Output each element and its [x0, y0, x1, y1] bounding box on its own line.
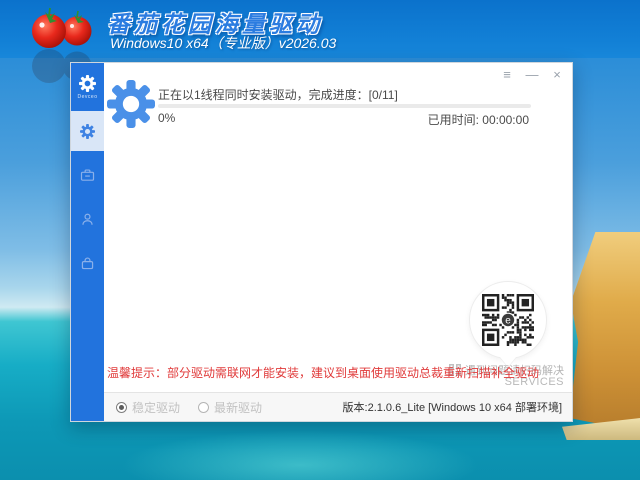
window-controls: ≡ — × — [498, 65, 566, 83]
qr-bubble: e e — [469, 281, 547, 359]
app-header: 番茄花园海量驱动 Windows10 x64（专业版）v2026.03 — [0, 0, 640, 58]
sidebar: Devceo — [71, 63, 104, 421]
logo-text: Devceo — [78, 94, 98, 100]
sidebar-item-toolbox[interactable] — [71, 155, 104, 195]
close-button[interactable]: × — [548, 65, 566, 83]
install-gear-icon — [107, 80, 155, 128]
qr-code: e e — [482, 294, 534, 346]
svg-text:e: e — [505, 316, 511, 327]
sidebar-item-security[interactable] — [71, 243, 104, 283]
radio-dot — [198, 402, 209, 413]
radio-dot — [116, 402, 127, 413]
install-status-text: 正在以1线程同时安装驱动，完成进度：[0/11] — [158, 86, 398, 103]
radio-stable-driver[interactable]: 稳定驱动 — [116, 399, 180, 416]
footer-bar: 稳定驱动 最新驱动 版本:2.1.0.6_Lite [Windows 10 x6… — [104, 392, 572, 421]
sidebar-item-users[interactable] — [71, 199, 104, 239]
minimize-button[interactable]: — — [523, 65, 541, 83]
menu-button[interactable]: ≡ — [498, 65, 516, 83]
gear-icon — [80, 124, 95, 139]
driver-mode-radios: 稳定驱动 最新驱动 — [116, 399, 262, 416]
radio-label: 最新驱动 — [214, 399, 262, 416]
bag-icon — [80, 256, 95, 271]
radio-label: 稳定驱动 — [132, 399, 180, 416]
version-text: 版本:2.1.0.6_Lite [Windows 10 x64 部署环境] — [343, 399, 562, 415]
elapsed-time: 已用时间: 00:00:00 — [428, 111, 529, 128]
cliff-rocks — [568, 232, 640, 432]
warning-tip: 温馨提示：部分驱动需联网才能安装，建议到桌面使用驱动总裁重新扫描补全驱动 — [107, 364, 539, 381]
sidebar-logo: Devceo — [71, 63, 104, 111]
radio-latest-driver[interactable]: 最新驱动 — [198, 399, 262, 416]
driver-installer-window: Devceo ≡ — × — [70, 62, 573, 422]
toolbox-icon — [80, 168, 95, 183]
tomato-logo-icon — [26, 3, 100, 54]
sidebar-item-install[interactable] — [71, 111, 104, 151]
user-icon — [80, 212, 95, 227]
logo-gear-icon — [79, 75, 96, 92]
progress-percent: 0% — [158, 111, 175, 125]
progress-bar — [158, 104, 531, 108]
sea-glow — [120, 430, 480, 480]
app-subtitle: Windows10 x64（专业版）v2026.03 — [110, 33, 336, 53]
